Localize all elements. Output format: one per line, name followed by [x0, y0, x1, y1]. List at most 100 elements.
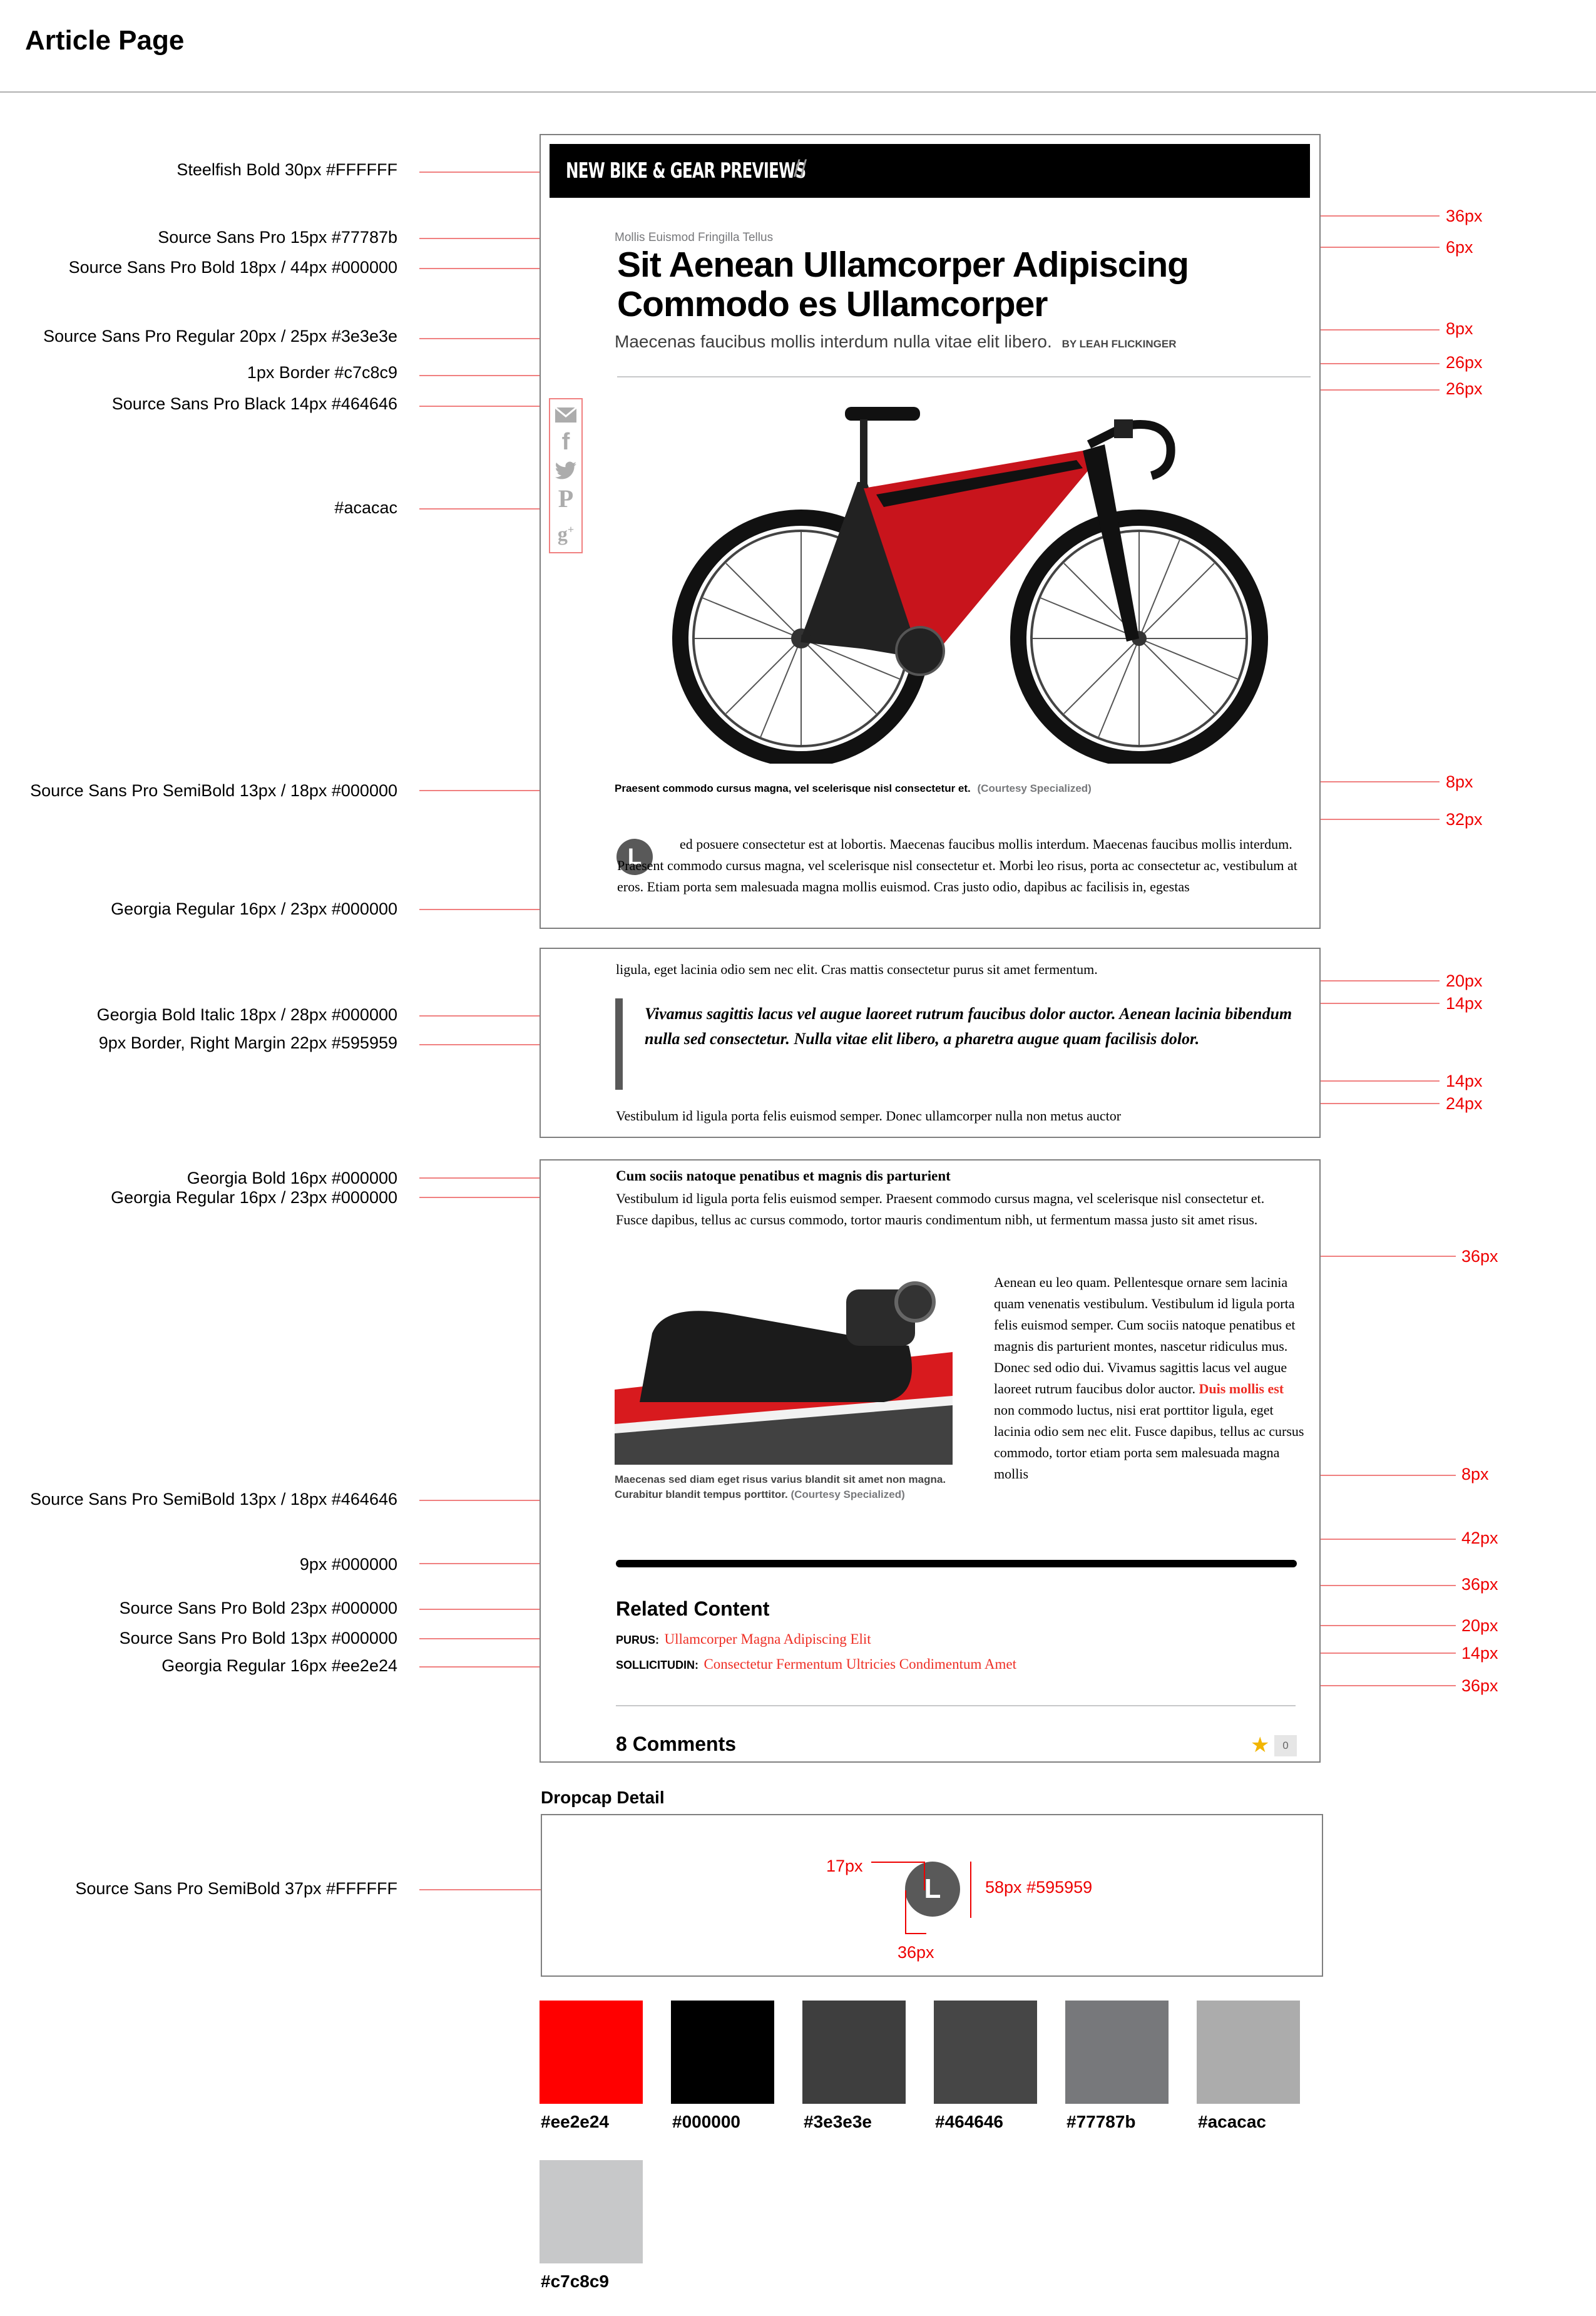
anno-border: 1px Border #c7c8c9 [247, 363, 397, 382]
swatch-label: #000000 [672, 2112, 741, 2131]
byline[interactable]: BY LEAH FLICKINGER [1062, 338, 1177, 350]
anno-byline: Source Sans Pro Black 14px #464646 [111, 394, 397, 413]
inset-caption-credit: (Courtesy Specialized) [790, 1488, 905, 1500]
dim-8c: 8px [1461, 1465, 1489, 1483]
dropcap-detail-letter: L [924, 1873, 941, 1904]
dim-8b: 8px [1446, 772, 1473, 791]
dek-divider [617, 376, 1311, 377]
swatch-label: #c7c8c9 [541, 2272, 610, 2291]
facebook-icon[interactable]: f [562, 430, 570, 454]
related-item-2[interactable]: SOLLICITUDIN: Consectetur Fermentum Ultr… [616, 1656, 1016, 1673]
related-link-1[interactable]: Ullamcorper Magna Adipiscing Elit [664, 1631, 871, 1647]
dim-36d: 36px [1461, 1676, 1498, 1695]
inline-link[interactable]: Duis mollis est [1199, 1381, 1284, 1396]
section-banner-label: NEW BIKE & GEAR PREVIEWS [566, 158, 806, 183]
swatch-label: #ee2e24 [541, 2112, 610, 2131]
anno-share: #acacac [334, 498, 397, 517]
dim-36-box [905, 1890, 926, 1934]
dim-26a: 26px [1446, 353, 1483, 372]
page-title: Article Page [25, 25, 185, 56]
paragraph-1: ed posuere consectetur est at lobortis. … [617, 836, 1297, 894]
star-icon[interactable]: ★ [1251, 1733, 1269, 1758]
dim-58-line [970, 1862, 971, 1918]
anno-related-label: Source Sans Pro Bold 13px #000000 [119, 1629, 397, 1647]
pullquote: Vivamus sagittis lacus vel augue laoreet… [645, 1005, 1292, 1048]
share-bar: f P g+ [549, 398, 583, 553]
dim-32: 32px [1446, 810, 1483, 829]
dim-36c: 36px [1461, 1575, 1498, 1594]
bike-image [672, 407, 1268, 764]
dim-14a: 14px [1446, 994, 1483, 1013]
swatch-label: #77787b [1067, 2112, 1136, 2131]
related-label-1: PURUS: [616, 1634, 660, 1646]
swatch-77787b [1065, 2001, 1169, 2104]
related-link-2[interactable]: Consectetur Fermentum Ultricies Condimen… [703, 1656, 1016, 1672]
anno-subhead: Georgia Bold 16px #000000 [187, 1169, 397, 1187]
google-plus-icon[interactable]: g+ [558, 518, 574, 545]
subhead: Cum sociis natoque penatibus et magnis d… [616, 1168, 951, 1184]
comment-count-badge: 0 [1274, 1735, 1297, 1756]
swatch-acacac [1197, 2001, 1300, 2104]
swatch-ee2e24 [540, 2001, 643, 2104]
dim-20b: 20px [1461, 1616, 1498, 1635]
dim-24: 24px [1446, 1094, 1483, 1113]
headline: Sit Aenean Ullamcorper Adipiscing Commod… [617, 245, 1189, 324]
pullquote-border [615, 998, 623, 1090]
pinterest-icon[interactable]: P [558, 486, 573, 511]
anno-dek: Source Sans Pro Regular 20px / 25px #3e3… [43, 327, 397, 346]
anno-headline: Source Sans Pro Bold 18px / 44px #000000 [68, 258, 397, 277]
comments-divider [616, 1705, 1296, 1706]
mail-icon[interactable] [555, 406, 577, 423]
section-banner-slashes: // [794, 156, 807, 182]
dim-14c: 14px [1461, 1644, 1498, 1663]
dim-36b: 36px [1461, 1247, 1498, 1266]
swatch-3e3e3e [802, 2001, 906, 2104]
swatch-464646 [934, 2001, 1037, 2104]
swatch-label: #464646 [935, 2112, 1004, 2131]
related-title: Related Content [616, 1597, 770, 1620]
swatch-label: #acacac [1198, 2112, 1267, 2131]
dim-36-label: 36px [898, 1943, 934, 1962]
dim-17-label: 17px [826, 1857, 863, 1875]
paragraph-1-continued: ligula, eget lacinia odio sem nec elit. … [616, 961, 1098, 977]
related-label-2: SOLLICITUDIN: [616, 1659, 698, 1671]
caption-credit: (Courtesy Specialized) [977, 782, 1092, 794]
dim-26b: 26px [1446, 379, 1483, 398]
caption-text: Praesent commodo cursus magna, vel scele… [615, 782, 971, 794]
dek: Maecenas faucibus mollis interdum nulla … [615, 332, 1177, 352]
dim-17-box [871, 1862, 925, 1890]
inset-image [615, 1277, 953, 1465]
anno-pullquote: Georgia Bold Italic 18px / 28px #000000 [96, 1005, 397, 1024]
dim-14b: 14px [1446, 1072, 1483, 1090]
anno-steelfish: Steelfish Bold 30px #FFFFFF [176, 160, 397, 179]
paragraph-4-b: non commodo luctus, nisi erat porttitor … [994, 1402, 1304, 1482]
anno-body: Georgia Regular 16px / 23px #000000 [111, 899, 397, 918]
section-rule [616, 1560, 1297, 1567]
related-item-1[interactable]: PURUS: Ullamcorper Magna Adipiscing Elit [616, 1631, 871, 1647]
anno-caption: Source Sans Pro SemiBold 13px / 18px #00… [30, 781, 397, 800]
swatch-c7c8c9 [540, 2160, 643, 2263]
paragraph-4-a: Aenean eu leo quam. Pellentesque ornare … [994, 1274, 1296, 1396]
frame [801, 407, 1175, 676]
dek-text: Maecenas faucibus mollis interdum nulla … [615, 332, 1052, 351]
twitter-icon[interactable] [555, 461, 577, 480]
anno-kicker: Source Sans Pro 15px #77787b [158, 228, 397, 247]
swatch-000000 [671, 2001, 774, 2104]
dim-6: 6px [1446, 238, 1473, 257]
dim-20a: 20px [1446, 971, 1483, 990]
section-banner[interactable]: NEW BIKE & GEAR PREVIEWS [550, 144, 1310, 198]
dim-58-label: 58px #595959 [985, 1878, 1093, 1897]
dim-36a: 36px [1446, 207, 1483, 225]
anno-related-link: Georgia Regular 16px #ee2e24 [161, 1656, 397, 1675]
anno-pullquote-border: 9px Border, Right Margin 22px #595959 [98, 1033, 397, 1052]
image-caption: Praesent commodo cursus magna, vel scele… [615, 782, 1092, 795]
comments-heading[interactable]: 8 Comments [616, 1733, 736, 1756]
anno-body2: Georgia Regular 16px / 23px #000000 [111, 1188, 397, 1207]
swatch-label: #3e3e3e [804, 2112, 872, 2131]
anno-caption2: Source Sans Pro SemiBold 13px / 18px #46… [30, 1490, 397, 1509]
paragraph-3: Vestibulum id ligula porta felis euismod… [616, 1191, 1265, 1227]
paragraph-4: Aenean eu leo quam. Pellentesque ornare … [994, 1272, 1307, 1485]
dim-8a: 8px [1446, 319, 1473, 338]
paragraph-2: Vestibulum id ligula porta felis euismod… [616, 1108, 1122, 1124]
header-divider [0, 91, 1596, 93]
